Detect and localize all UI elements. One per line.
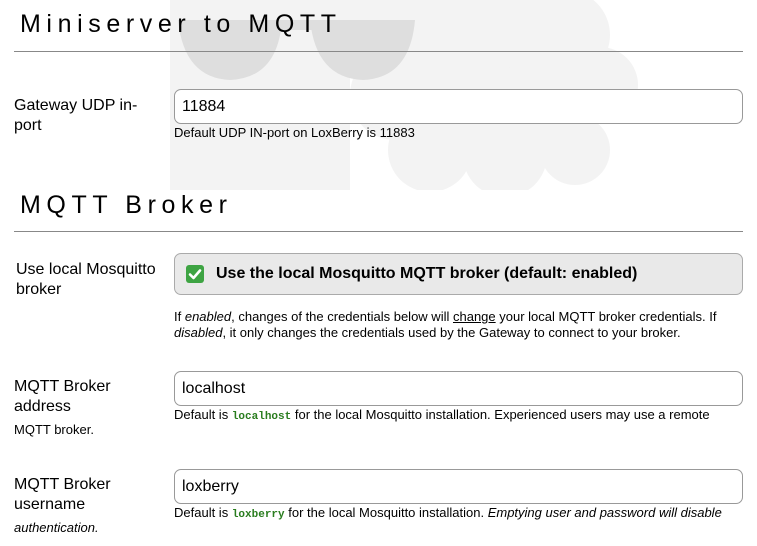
- broker-address-label: MQTT Broker address: [14, 378, 111, 415]
- broker-address-sublabel: MQTT broker.: [14, 422, 94, 437]
- broker-username-label: MQTT Broker username: [14, 476, 111, 513]
- broker-username-help: Default is loxberry for the local Mosqui…: [174, 505, 722, 521]
- udp-port-input[interactable]: [174, 89, 743, 124]
- broker-username-sublabel: authentication.: [14, 520, 99, 535]
- broker-address-input[interactable]: [174, 371, 743, 406]
- broker-address-help: Default is localhost for the local Mosqu…: [174, 407, 710, 423]
- section-divider: [14, 51, 743, 52]
- local-mosquitto-checkbox-row[interactable]: Use the local Mosquitto MQTT broker (def…: [174, 253, 743, 295]
- udp-port-label: Gateway UDP in-port: [14, 97, 138, 134]
- local-mosquitto-checkbox-label[interactable]: Use the local Mosquitto MQTT broker (def…: [216, 265, 637, 283]
- local-mosquitto-label: Use local Mosquitto broker: [16, 261, 156, 298]
- section-title-broker: MQTT Broker: [20, 191, 233, 219]
- checkmark-icon[interactable]: [186, 265, 204, 283]
- udp-port-help: Default UDP IN-port on LoxBerry is 11883: [174, 125, 415, 140]
- section-divider: [14, 231, 743, 232]
- local-mosquitto-help: If enabled, changes of the credentials b…: [174, 309, 717, 340]
- broker-username-input[interactable]: [174, 469, 743, 504]
- section-title-miniserver: Miniserver to MQTT: [20, 10, 342, 38]
